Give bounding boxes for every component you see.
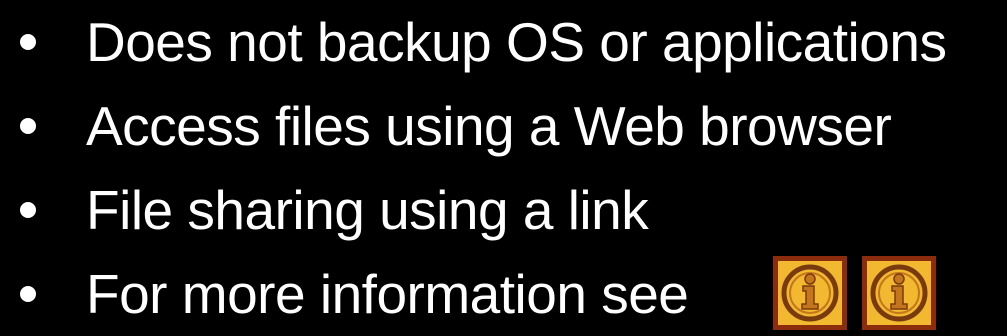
bullet-dot xyxy=(20,118,36,134)
bullet-dot xyxy=(20,286,36,302)
bullet-text: For more information see xyxy=(86,263,689,325)
info-icon[interactable] xyxy=(773,256,847,330)
bullet-text: Does not backup OS or applications xyxy=(86,11,947,73)
bullet-dot xyxy=(20,202,36,218)
bullet-dot xyxy=(20,34,36,50)
info-icon-graphic xyxy=(773,256,847,330)
slide: Does not backup OS or applications Acces… xyxy=(0,0,1007,336)
info-icon-graphic xyxy=(862,256,936,330)
info-icon[interactable] xyxy=(862,256,936,330)
bullet-text: File sharing using a link xyxy=(86,179,649,241)
bullet-text: Access files using a Web browser xyxy=(86,95,892,157)
